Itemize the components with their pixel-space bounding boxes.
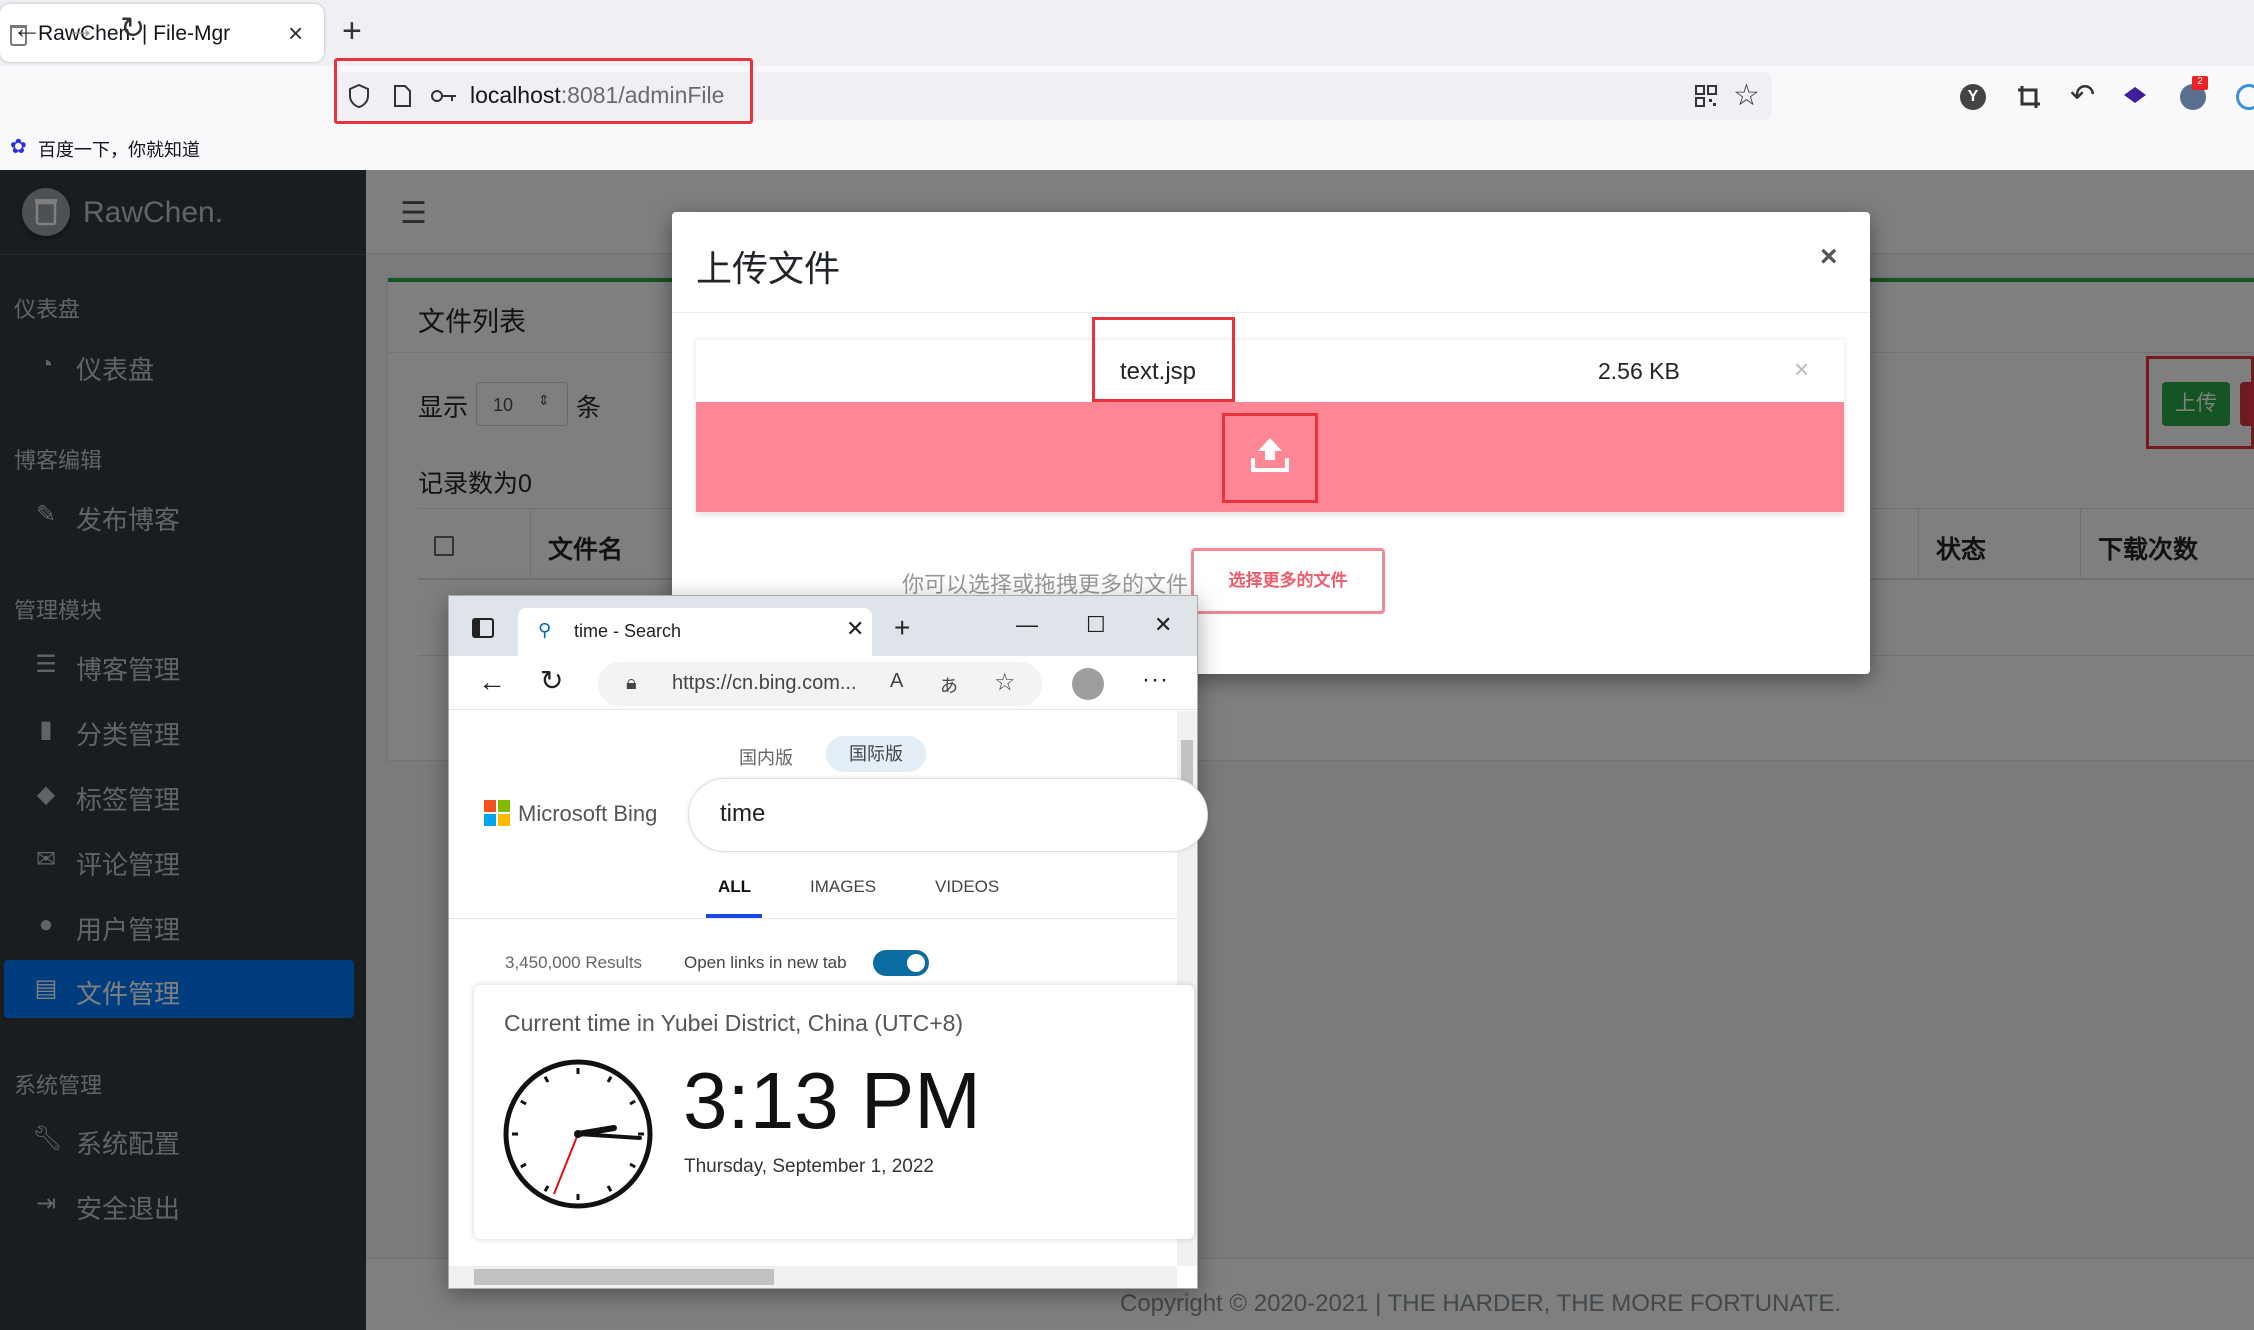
close-tab-icon[interactable]: ✕ [846,616,864,642]
modal-title: 上传文件 [696,248,841,289]
region-china-link[interactable]: 国内版 [739,744,793,770]
tab-actions-icon[interactable] [472,618,494,638]
browser-tab[interactable]: RawChen. | File-Mgr × [0,4,324,62]
tab-images[interactable]: IMAGES [810,877,876,897]
time-card-title[interactable]: Current time in Yubei District, China (U… [504,1010,963,1037]
edge-tab[interactable] [518,608,872,656]
close-icon[interactable]: × [1820,240,1838,274]
tabs-divider [449,918,1177,919]
modal-backdrop-sidebar[interactable] [0,170,366,1330]
reload-icon[interactable]: ↻ [120,14,145,44]
current-time: 3:13 PM [683,1056,981,1145]
tab-all[interactable]: ALL [718,877,751,897]
analog-clock-icon [503,1059,653,1209]
upload-icon-highlight-box [1222,413,1318,503]
close-window-icon[interactable]: ✕ [1154,612,1172,638]
url-highlight-box [334,58,753,124]
current-date: Thursday, September 1, 2022 [684,1156,934,1177]
new-tab-icon[interactable]: + [342,12,362,51]
open-links-label: Open links in new tab [684,953,847,972]
bookmarks-bar [0,126,2254,170]
badge-extension-icon[interactable]: 2 [2180,76,2208,110]
profile-avatar[interactable] [1072,668,1104,700]
minimize-icon[interactable]: — [1016,612,1038,638]
search-icon: ⚲ [538,620,552,640]
horizontal-scroll-thumb[interactable] [474,1269,774,1285]
back-icon[interactable]: ← [478,666,506,698]
bookmark-baidu[interactable]: 百度一下，你就知道 [38,136,200,162]
file-name-highlight-box [1092,317,1235,402]
translate-icon[interactable]: あ [940,672,958,698]
layers-extension-icon[interactable] [2122,84,2148,110]
region-international-link[interactable]: 国际版 [826,736,926,772]
results-count: 3,450,000 Results [505,953,643,972]
lock-icon[interactable]: 🔒︎ [626,672,637,695]
crop-extension-icon[interactable] [2016,84,2042,110]
forward-icon[interactable]: → [66,14,96,44]
modal-header-divider [672,312,1870,313]
bing-search-box[interactable] [688,778,1208,852]
search-query[interactable]: time [720,800,765,828]
file-size: 2.56 KB [1598,358,1680,384]
read-aloud-icon[interactable]: A [890,670,903,693]
add-favorite-icon[interactable]: ☆ [994,668,1016,697]
edge-url-text[interactable]: https://cn.bing.com... [672,672,872,695]
reload-icon[interactable]: ↻ [540,664,563,697]
baidu-paw-icon: ✿ [10,136,27,158]
remove-file-icon[interactable]: × [1794,354,1809,385]
yandex-extension-icon[interactable]: Y [1960,84,1986,110]
microsoft-logo-icon[interactable] [484,800,510,826]
back-icon[interactable]: ← [12,14,42,44]
close-tab-icon[interactable]: × [288,18,303,49]
bing-brand[interactable]: Microsoft Bing [518,801,657,827]
edge-tab-title: time - Search [574,621,682,641]
maximize-icon[interactable]: ☐ [1086,612,1106,638]
new-tab-icon[interactable]: + [894,612,910,644]
browser-tab-strip [0,0,2254,66]
tab-videos[interactable]: VIDEOS [935,877,999,897]
choose-more-files-button[interactable]: 选择更多的文件 [1191,548,1385,614]
bookmark-star-icon[interactable]: ☆ [1733,78,1760,113]
undo-extension-icon[interactable]: ↶ [2070,78,2095,113]
qr-code-icon[interactable] [1694,84,1718,108]
more-options-icon[interactable]: ··· [1142,666,1169,694]
open-links-toggle[interactable] [873,950,929,976]
